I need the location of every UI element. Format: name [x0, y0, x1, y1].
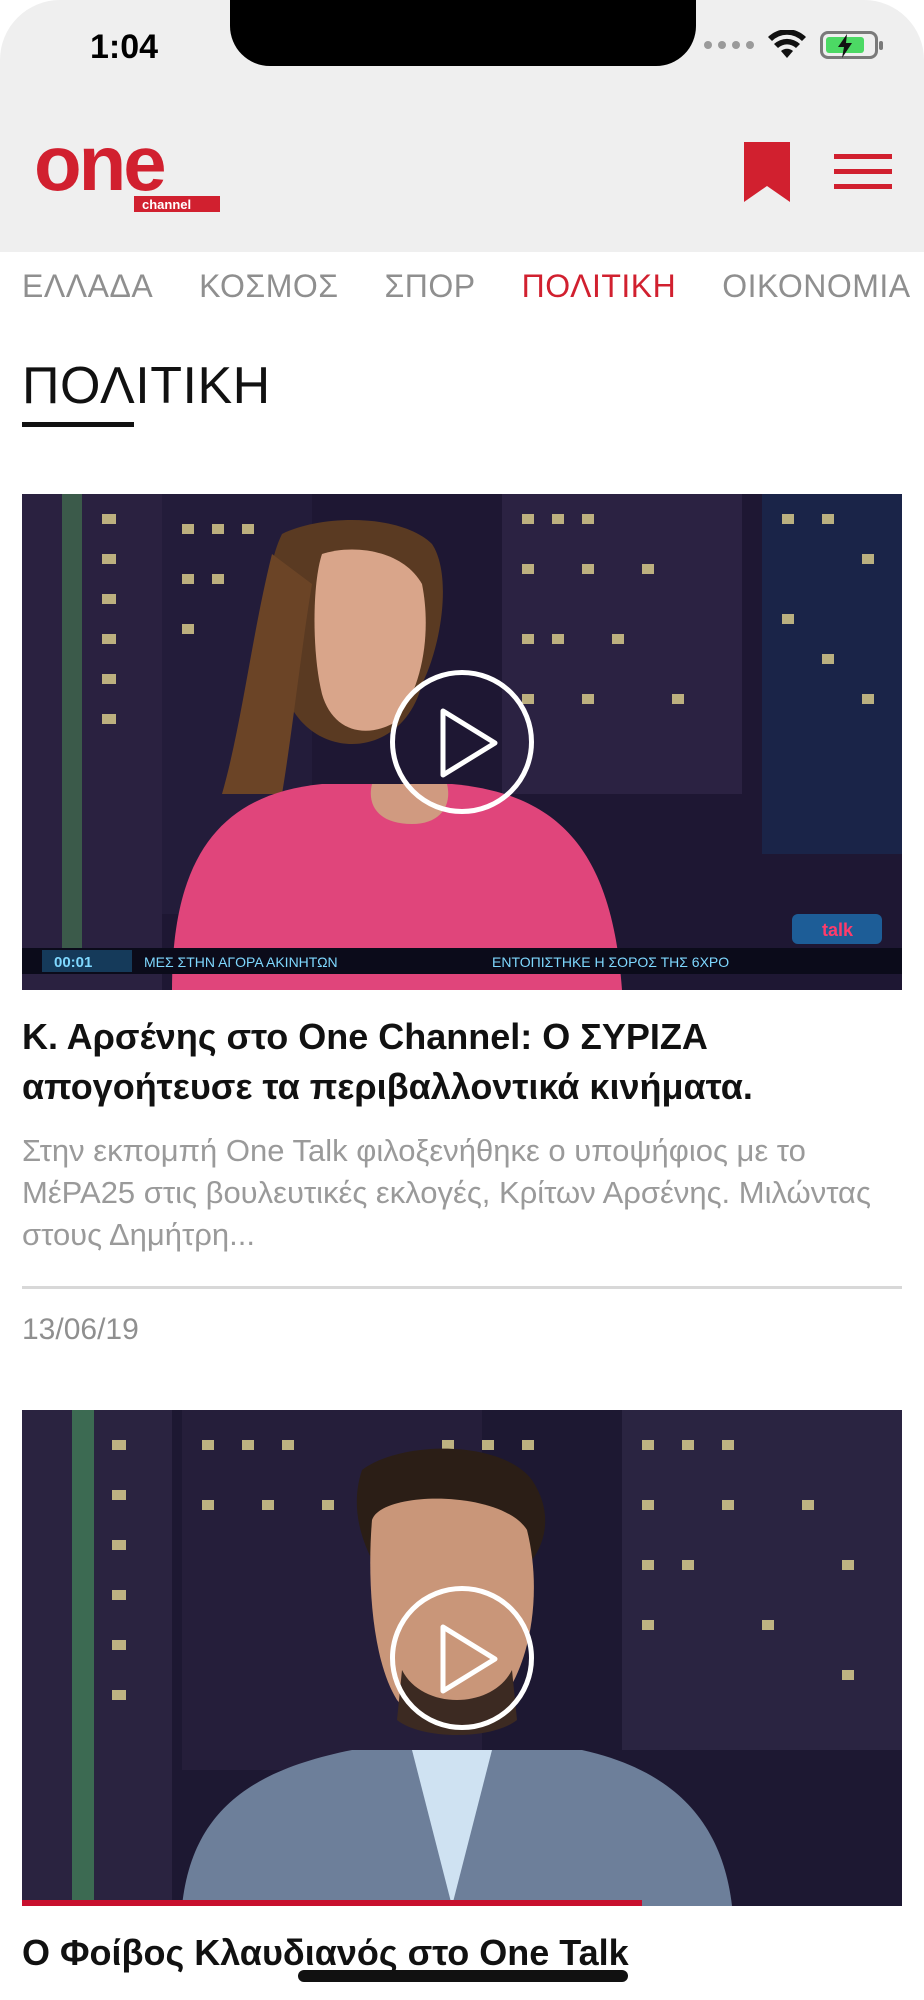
bookmark-icon[interactable] [744, 142, 790, 202]
category-tab-politiki[interactable]: ΠΟΛΙΤΙΚΗ [522, 268, 677, 305]
hamburger-menu-icon[interactable] [834, 152, 892, 192]
app-screen: 1:04 one channel ΕΛΛΑΔΑ ΚΟΣΜΟΣ ΣΠΟΡ ΠΟΛΙ… [0, 0, 924, 2000]
article-video-thumbnail[interactable]: 00:01 ΜΕΣ ΣΤΗΝ ΑΓΟΡΑ ΑΚΙΝΗΤΩΝ ΕΝΤΟΠΙΣΤΗΚ… [22, 494, 902, 990]
page-title-underline [22, 422, 134, 427]
play-icon[interactable] [390, 670, 534, 814]
ticker-time: 00:01 [54, 954, 92, 971]
app-header: 1:04 one channel [0, 0, 924, 252]
device-notch [230, 0, 696, 66]
cellular-signal-icon [704, 41, 754, 49]
article-divider [22, 1286, 902, 1289]
wifi-icon [768, 30, 806, 58]
show-logo-text: talk [822, 920, 854, 940]
article-date: 13/06/19 [22, 1313, 139, 1346]
battery-icon [820, 31, 883, 59]
status-indicators [704, 30, 883, 60]
category-tab-spor[interactable]: ΣΠΟΡ [385, 268, 476, 305]
article-card[interactable]: 00:01 ΜΕΣ ΣΤΗΝ ΑΓΟΡΑ ΑΚΙΝΗΤΩΝ ΕΝΤΟΠΙΣΤΗΚ… [22, 494, 902, 1347]
article-title[interactable]: Κ. Αρσένης στο One Channel: Ο ΣΥΡΙΖΑ απο… [22, 1012, 902, 1112]
ticker-text-2: ΕΝΤΟΠΙΣΤΗΚΕ Η ΣΟΡΟΣ ΤΗΣ 6ΧΡΟ [492, 954, 729, 970]
page-title: ΠΟΛΙΤΙΚΗ [22, 357, 271, 415]
article-excerpt: Στην εκπομπή One Talk φιλοξενήθηκε ο υπο… [22, 1133, 871, 1252]
category-tab-oikonomia[interactable]: ΟΙΚΟΝΟΜΙΑ [722, 268, 910, 305]
logo-subtext: channel [142, 197, 191, 212]
status-time: 1:04 [90, 28, 159, 66]
category-tab-ellada[interactable]: ΕΛΛΑΔΑ [22, 268, 153, 305]
logo-text: one [34, 128, 164, 207]
home-indicator[interactable] [298, 1970, 628, 1982]
header-actions [744, 142, 892, 202]
one-channel-logo[interactable]: one channel [34, 119, 224, 223]
article-video-thumbnail[interactable] [22, 1410, 902, 1906]
article-card[interactable]: Ο Φοίβος Κλαυδιανός στο One Talk [22, 1410, 902, 1978]
play-icon[interactable] [390, 1586, 534, 1730]
category-tab-kosmos[interactable]: ΚΟΣΜΟΣ [199, 268, 338, 305]
ticker-text-1: ΜΕΣ ΣΤΗΝ ΑΓΟΡΑ ΑΚΙΝΗΤΩΝ [144, 954, 338, 970]
category-nav: ΕΛΛΑΔΑ ΚΟΣΜΟΣ ΣΠΟΡ ΠΟΛΙΤΙΚΗ ΟΙΚΟΝΟΜΙΑ [0, 252, 924, 320]
